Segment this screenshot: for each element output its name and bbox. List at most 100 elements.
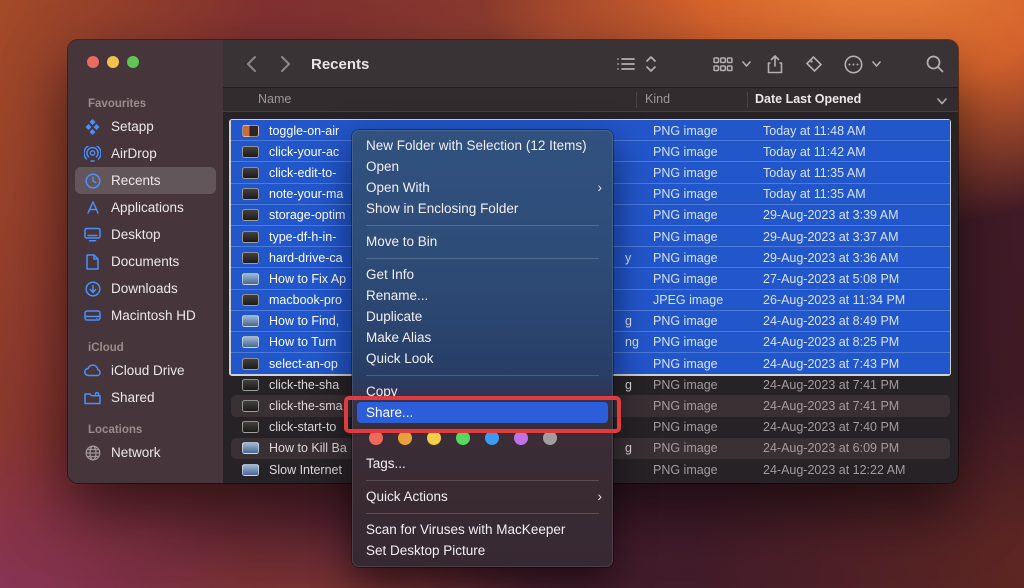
sidebar-item-applications[interactable]: Applications bbox=[75, 194, 216, 221]
chevron-down-icon[interactable] bbox=[869, 40, 883, 88]
file-thumbnail-icon bbox=[231, 294, 269, 306]
file-kind: PNG image bbox=[653, 208, 718, 222]
network-icon bbox=[83, 444, 102, 461]
sidebar-item-recents[interactable]: Recents bbox=[75, 167, 216, 194]
menu-item-share[interactable]: Share... bbox=[357, 402, 608, 423]
file-thumbnail-icon bbox=[231, 146, 269, 158]
sidebar-section-icloud: iCloud iCloud DriveShared bbox=[68, 342, 223, 411]
tag-color-grey[interactable] bbox=[543, 431, 557, 445]
file-kind: PNG image bbox=[653, 463, 718, 477]
share-icon[interactable] bbox=[763, 40, 787, 88]
column-header-name[interactable]: Name bbox=[258, 92, 291, 106]
file-kind: PNG image bbox=[653, 335, 718, 349]
menu-item-copy[interactable]: Copy bbox=[352, 381, 613, 402]
file-thumbnail-icon bbox=[231, 400, 269, 412]
file-thumbnail-icon bbox=[231, 273, 269, 285]
setapp-icon bbox=[83, 118, 102, 135]
documents-icon bbox=[83, 253, 102, 270]
file-thumbnail-icon bbox=[231, 442, 269, 454]
sidebar-item-label: Desktop bbox=[111, 227, 161, 242]
window-controls bbox=[68, 56, 223, 68]
column-header-kind[interactable]: Kind bbox=[645, 92, 670, 106]
icloud-drive-icon bbox=[83, 362, 102, 379]
airdrop-icon bbox=[83, 145, 102, 162]
menu-item-duplicate[interactable]: Duplicate bbox=[352, 306, 613, 327]
sidebar-item-downloads[interactable]: Downloads bbox=[75, 275, 216, 302]
menu-item-open-with[interactable]: Open With› bbox=[352, 177, 613, 198]
menu-separator bbox=[352, 252, 613, 264]
sidebar-item-label: Network bbox=[111, 445, 161, 460]
sidebar-item-label: Macintosh HD bbox=[111, 308, 196, 323]
file-date-last-opened: 24-Aug-2023 at 8:49 PM bbox=[763, 314, 899, 328]
sidebar-sections: Favourites Setapp AirDropRecentsApplicatio… bbox=[68, 98, 223, 466]
forward-chevron-icon[interactable] bbox=[273, 40, 297, 88]
file-thumbnail-icon bbox=[231, 188, 269, 200]
zoom-button[interactable] bbox=[127, 56, 139, 68]
tag-icon[interactable] bbox=[802, 40, 826, 88]
close-button[interactable] bbox=[87, 56, 99, 68]
menu-separator bbox=[352, 507, 613, 519]
menu-item-show-in-enclosing-folder[interactable]: Show in Enclosing Folder bbox=[352, 198, 613, 219]
file-date-last-opened: Today at 11:48 AM bbox=[763, 124, 866, 138]
tag-color-red[interactable] bbox=[369, 431, 383, 445]
sidebar-item-airdrop[interactable]: AirDrop bbox=[75, 140, 216, 167]
sidebar-section-label: Locations bbox=[88, 424, 223, 436]
menu-item-get-info[interactable]: Get Info bbox=[352, 264, 613, 285]
file-kind: PNG image bbox=[653, 166, 718, 180]
file-date-last-opened: 24-Aug-2023 at 7:41 PM bbox=[763, 399, 899, 413]
chevron-down-icon[interactable] bbox=[739, 40, 753, 88]
sidebar-item-icloud-drive[interactable]: iCloud Drive bbox=[75, 357, 216, 384]
file-thumbnail-icon bbox=[231, 379, 269, 391]
sidebar-item-setapp[interactable]: Setapp bbox=[75, 113, 216, 140]
applications-icon bbox=[83, 199, 102, 216]
menu-item-set-desktop-picture[interactable]: Set Desktop Picture bbox=[352, 540, 613, 561]
menu-item-scan-for-viruses-with-mackeeper[interactable]: Scan for Viruses with MacKeeper bbox=[352, 519, 613, 540]
sidebar-section-label: Favourites bbox=[88, 98, 223, 110]
sidebar-item-documents[interactable]: Documents bbox=[75, 248, 216, 275]
sidebar-item-label: Documents bbox=[111, 254, 179, 269]
sidebar-item-label: Downloads bbox=[111, 281, 178, 296]
file-date-last-opened: 24-Aug-2023 at 7:40 PM bbox=[763, 420, 899, 434]
column-header-date-last-opened[interactable]: Date Last Opened bbox=[755, 92, 861, 106]
menu-item-open[interactable]: Open bbox=[352, 156, 613, 177]
menu-item-quick-look[interactable]: Quick Look bbox=[352, 348, 613, 369]
sidebar-section-label: iCloud bbox=[88, 342, 223, 354]
sidebar-section-favourites: Favourites Setapp AirDropRecentsApplicatio… bbox=[68, 98, 223, 329]
minimize-button[interactable] bbox=[107, 56, 119, 68]
menu-item-tags[interactable]: Tags... bbox=[352, 453, 613, 474]
file-name-overflow: ng bbox=[625, 335, 639, 349]
menu-item-make-alias[interactable]: Make Alias bbox=[352, 327, 613, 348]
downloads-icon bbox=[83, 280, 102, 297]
file-date-last-opened: 24-Aug-2023 at 6:09 PM bbox=[763, 441, 899, 455]
file-date-last-opened: 27-Aug-2023 at 5:08 PM bbox=[763, 272, 899, 286]
menu-item-rename[interactable]: Rename... bbox=[352, 285, 613, 306]
tag-color-yellow[interactable] bbox=[427, 431, 441, 445]
menu-item-quick-actions[interactable]: Quick Actions› bbox=[352, 486, 613, 507]
sidebar-item-desktop[interactable]: Desktop bbox=[75, 221, 216, 248]
sidebar-item-shared[interactable]: Shared bbox=[75, 384, 216, 411]
file-name-overflow: g bbox=[625, 378, 632, 392]
group-view-icon[interactable] bbox=[711, 40, 735, 88]
file-name-overflow: g bbox=[625, 441, 632, 455]
tag-color-blue[interactable] bbox=[485, 431, 499, 445]
sidebar-item-label: Setapp bbox=[111, 119, 154, 134]
menu-item-new-folder-with-selection-12-items[interactable]: New Folder with Selection (12 Items) bbox=[352, 135, 613, 156]
menu-item-move-to-bin[interactable]: Move to Bin bbox=[352, 231, 613, 252]
sidebar-item-macintosh-hd[interactable]: Macintosh HD bbox=[75, 302, 216, 329]
sort-chevrons-icon[interactable] bbox=[643, 40, 659, 88]
list-view-icon[interactable] bbox=[615, 40, 637, 88]
file-date-last-opened: Today at 11:42 AM bbox=[763, 145, 866, 159]
tag-color-orange[interactable] bbox=[398, 431, 412, 445]
search-icon[interactable] bbox=[923, 40, 947, 88]
back-chevron-icon[interactable] bbox=[239, 40, 263, 88]
more-options-icon[interactable] bbox=[841, 40, 865, 88]
chevron-down-icon[interactable] bbox=[937, 94, 947, 108]
sidebar-item-network[interactable]: Network bbox=[75, 439, 216, 466]
tag-color-green[interactable] bbox=[456, 431, 470, 445]
file-date-last-opened: 24-Aug-2023 at 12:22 AM bbox=[763, 463, 905, 477]
file-name-overflow: g bbox=[625, 314, 632, 328]
tag-color-purple[interactable] bbox=[514, 431, 528, 445]
harddrive-icon bbox=[83, 307, 102, 324]
file-name-overflow: y bbox=[625, 251, 631, 265]
shared-folder-icon bbox=[83, 389, 102, 406]
